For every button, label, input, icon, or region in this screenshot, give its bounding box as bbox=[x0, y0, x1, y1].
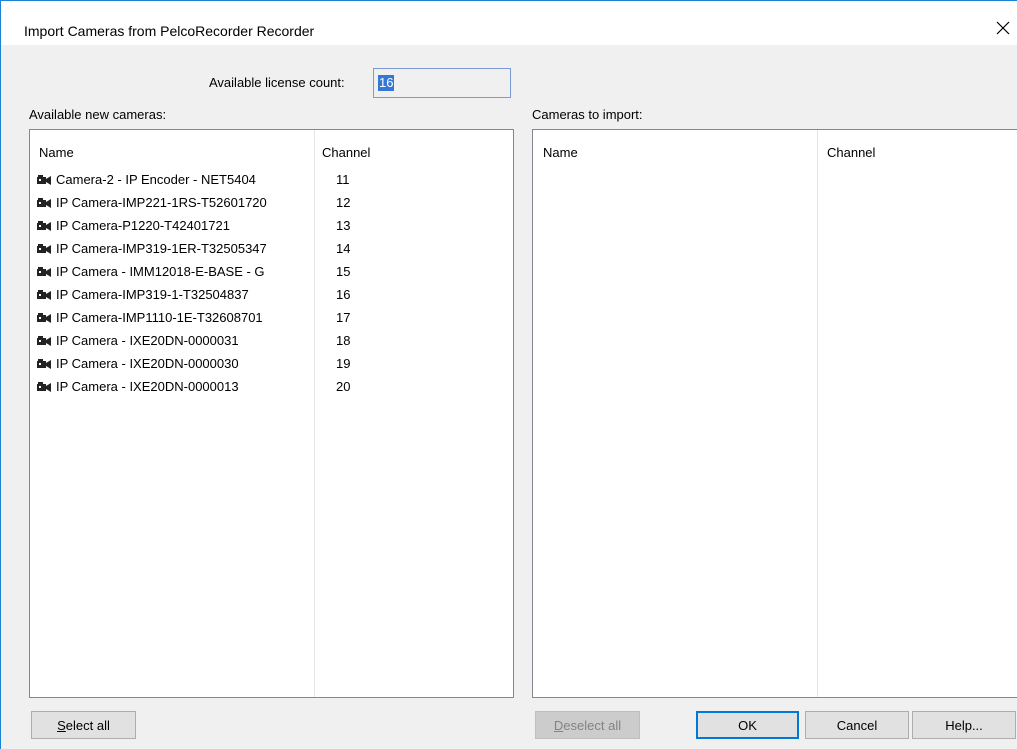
license-count-label: Available license count: bbox=[209, 75, 345, 90]
list-item[interactable]: IP Camera-IMP319-1-T32504837 16 bbox=[30, 284, 513, 307]
camera-name: IP Camera-IMP319-1ER-T32505347 bbox=[36, 241, 267, 256]
camera-name: IP Camera - IMM12018-E-BASE - G bbox=[36, 264, 265, 279]
list-item[interactable]: IP Camera-IMP319-1ER-T32505347 14 bbox=[30, 238, 513, 261]
camera-name-text: IP Camera-IMP319-1ER-T32505347 bbox=[56, 241, 267, 256]
camera-icon bbox=[37, 289, 51, 300]
list-item[interactable]: IP Camera-IMP221-1RS-T52601720 12 bbox=[30, 192, 513, 215]
camera-name-text: IP Camera-P1220-T42401721 bbox=[56, 218, 230, 233]
column-header-name[interactable]: Name bbox=[39, 145, 74, 160]
camera-icon bbox=[37, 312, 51, 323]
close-button[interactable] bbox=[989, 14, 1017, 42]
camera-channel: 16 bbox=[336, 287, 351, 302]
camera-icon bbox=[37, 220, 51, 231]
camera-channel: 18 bbox=[336, 333, 351, 348]
help-button[interactable]: Help... bbox=[912, 711, 1016, 739]
list-item[interactable]: IP Camera - IXE20DN-0000013 20 bbox=[30, 376, 513, 399]
list-item[interactable]: IP Camera - IXE20DN-0000031 18 bbox=[30, 330, 513, 353]
list-item[interactable]: IP Camera-IMP1110-1E-T32608701 17 bbox=[30, 307, 513, 330]
camera-icon bbox=[37, 335, 51, 346]
camera-channel: 15 bbox=[336, 264, 351, 279]
cameras-to-import-label: Cameras to import: bbox=[532, 107, 643, 122]
camera-name-text: Camera-2 - IP Encoder - NET5404 bbox=[56, 172, 256, 187]
camera-name-text: IP Camera - IXE20DN-0000030 bbox=[56, 356, 239, 371]
camera-icon bbox=[37, 174, 51, 185]
available-cameras-label: Available new cameras: bbox=[29, 107, 167, 122]
list-item[interactable]: Camera-2 - IP Encoder - NET5404 11 bbox=[30, 169, 513, 192]
dialog-title: Import Cameras from PelcoRecorder Record… bbox=[24, 23, 315, 39]
camera-name-text: IP Camera - IMM12018-E-BASE - G bbox=[56, 264, 265, 279]
column-header-channel[interactable]: Channel bbox=[322, 145, 370, 160]
camera-name-text: IP Camera - IXE20DN-0000013 bbox=[56, 379, 239, 394]
close-icon bbox=[996, 21, 1010, 35]
camera-name: IP Camera - IXE20DN-0000013 bbox=[36, 379, 239, 394]
camera-channel: 19 bbox=[336, 356, 351, 371]
available-cameras-list[interactable]: Name Channel Camera-2 - IP Encoder - NET… bbox=[29, 129, 514, 698]
camera-name-text: IP Camera - IXE20DN-0000031 bbox=[56, 333, 239, 348]
ok-button[interactable]: OK bbox=[696, 711, 799, 739]
cameras-to-import-list[interactable]: Name Channel bbox=[532, 129, 1017, 698]
camera-channel: 17 bbox=[336, 310, 351, 325]
list-item[interactable]: IP Camera-P1220-T42401721 13 bbox=[30, 215, 513, 238]
select-all-accelerator: S bbox=[57, 717, 66, 733]
list-item[interactable]: IP Camera - IXE20DN-0000030 19 bbox=[30, 353, 513, 376]
camera-icon bbox=[37, 358, 51, 369]
camera-name-text: IP Camera-IMP221-1RS-T52601720 bbox=[56, 195, 267, 210]
camera-icon bbox=[37, 381, 51, 392]
title-bar[interactable]: Import Cameras from PelcoRecorder Record… bbox=[1, 1, 1017, 45]
deselect-all-accelerator: D bbox=[553, 717, 564, 733]
camera-icon bbox=[37, 266, 51, 277]
column-header-channel[interactable]: Channel bbox=[827, 145, 875, 160]
camera-name: IP Camera-IMP1110-1E-T32608701 bbox=[36, 310, 263, 325]
camera-name: Camera-2 - IP Encoder - NET5404 bbox=[36, 172, 256, 187]
license-count-field[interactable]: 16 bbox=[373, 68, 511, 98]
camera-channel: 11 bbox=[336, 172, 350, 187]
camera-channel: 20 bbox=[336, 379, 351, 394]
camera-name: IP Camera - IXE20DN-0000030 bbox=[36, 356, 239, 371]
camera-icon bbox=[37, 243, 51, 254]
camera-name: IP Camera-IMP319-1-T32504837 bbox=[36, 287, 249, 302]
column-divider bbox=[817, 130, 818, 697]
camera-icon bbox=[37, 197, 51, 208]
camera-channel: 12 bbox=[336, 195, 351, 210]
camera-name: IP Camera-IMP221-1RS-T52601720 bbox=[36, 195, 267, 210]
license-count-value[interactable]: 16 bbox=[378, 75, 395, 91]
camera-name-text: IP Camera-IMP1110-1E-T32608701 bbox=[56, 310, 263, 325]
column-header-name[interactable]: Name bbox=[543, 145, 578, 160]
deselect-all-label: eselect all bbox=[563, 717, 622, 733]
camera-channel: 13 bbox=[336, 218, 351, 233]
select-all-label: elect all bbox=[65, 717, 110, 733]
camera-name-text: IP Camera-IMP319-1-T32504837 bbox=[56, 287, 249, 302]
camera-channel: 14 bbox=[336, 241, 351, 256]
camera-name: IP Camera - IXE20DN-0000031 bbox=[36, 333, 239, 348]
import-cameras-dialog: Import Cameras from PelcoRecorder Record… bbox=[0, 0, 1017, 749]
select-all-button[interactable]: Select all bbox=[31, 711, 136, 739]
list-item[interactable]: IP Camera - IMM12018-E-BASE - G 15 bbox=[30, 261, 513, 284]
camera-name: IP Camera-P1220-T42401721 bbox=[36, 218, 230, 233]
cancel-button[interactable]: Cancel bbox=[805, 711, 909, 739]
deselect-all-button[interactable]: Deselect all bbox=[535, 711, 640, 739]
